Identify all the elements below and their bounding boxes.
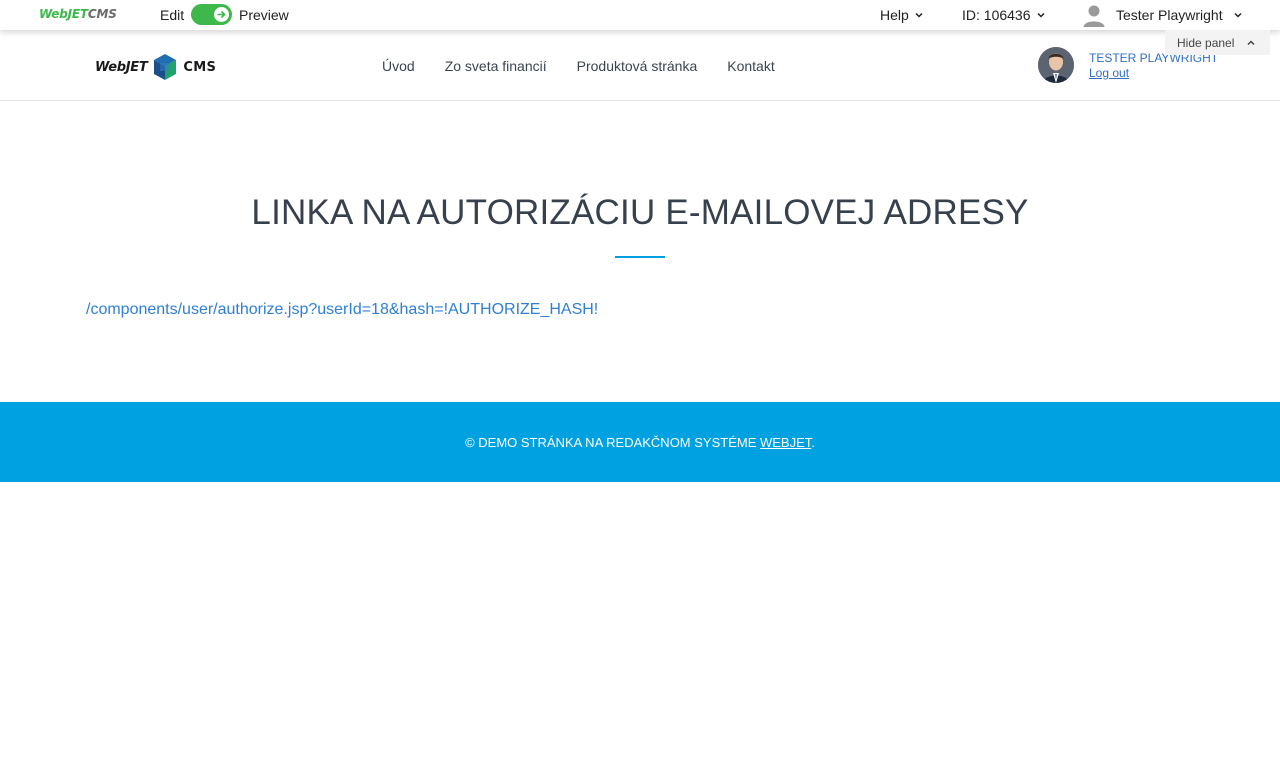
footer-copyright: © DEMO STRÁNKA NA REDAKČNOM SYSTÉME bbox=[465, 435, 760, 450]
nav-item-kontakt[interactable]: Kontakt bbox=[727, 58, 774, 74]
logo-cms-text: CMS bbox=[87, 7, 117, 21]
profile-photo-icon bbox=[1038, 47, 1074, 83]
hide-panel-button[interactable]: Hide panel bbox=[1165, 30, 1270, 55]
user-name: Tester Playwright bbox=[1116, 7, 1223, 23]
user-avatar-icon bbox=[1083, 5, 1105, 27]
nav-item-uvod[interactable]: Úvod bbox=[382, 58, 415, 74]
page-id-label: ID: 106436 bbox=[962, 7, 1031, 23]
page-title: LINKA NA AUTORIZÁCIU E-MAILOVEJ ADRESY bbox=[251, 193, 1029, 232]
cube-logo-icon bbox=[154, 54, 177, 80]
toggle-knob bbox=[214, 7, 229, 22]
chevron-down-icon bbox=[1234, 12, 1242, 18]
site-footer: © DEMO STRÁNKA NA REDAKČNOM SYSTÉME WEBJ… bbox=[0, 402, 1280, 482]
hide-panel-label: Hide panel bbox=[1177, 36, 1235, 50]
nav-item-produktova-stranka[interactable]: Produktová stránka bbox=[577, 58, 698, 74]
chevron-down-icon bbox=[915, 12, 923, 18]
webjet-admin-logo[interactable]: WebJETCMS bbox=[39, 7, 117, 21]
logo-web-text: WebJET bbox=[39, 7, 88, 21]
avatar[interactable] bbox=[1038, 47, 1074, 83]
help-menu[interactable]: Help bbox=[880, 7, 924, 23]
site-logo-cms: CMS bbox=[183, 59, 217, 75]
site-logo[interactable]: WebJET CMS bbox=[95, 53, 216, 81]
authorize-link[interactable]: /components/user/authorize.jsp?userId=18… bbox=[86, 301, 598, 319]
edit-label: Edit bbox=[160, 7, 185, 23]
chevron-up-icon bbox=[1247, 40, 1255, 46]
site-header: WebJET CMS Úvod Zo sveta financií Produk… bbox=[0, 30, 1280, 101]
arrow-right-icon bbox=[217, 10, 226, 19]
logout-link[interactable]: Log out bbox=[1089, 66, 1129, 80]
footer-suffix: . bbox=[811, 435, 815, 450]
main-navigation: Úvod Zo sveta financií Produktová stránk… bbox=[382, 58, 775, 74]
user-menu[interactable]: Tester Playwright bbox=[1082, 3, 1243, 27]
footer-text: © DEMO STRÁNKA NA REDAKČNOM SYSTÉME WEBJ… bbox=[0, 435, 1280, 450]
admin-toolbar: WebJETCMS Edit Preview Help ID: 106436 T… bbox=[0, 0, 1280, 30]
nav-item-zo-sveta-financii[interactable]: Zo sveta financií bbox=[445, 58, 547, 74]
help-label: Help bbox=[880, 7, 909, 23]
footer-webjet-link[interactable]: WEBJET bbox=[760, 435, 811, 450]
chevron-down-icon bbox=[1036, 12, 1045, 18]
preview-label: Preview bbox=[239, 7, 289, 23]
site-logo-web: WebJET bbox=[95, 59, 148, 75]
edit-preview-toggle[interactable] bbox=[191, 4, 232, 25]
page-id-menu[interactable]: ID: 106436 bbox=[962, 7, 1046, 23]
title-underline bbox=[615, 256, 665, 258]
